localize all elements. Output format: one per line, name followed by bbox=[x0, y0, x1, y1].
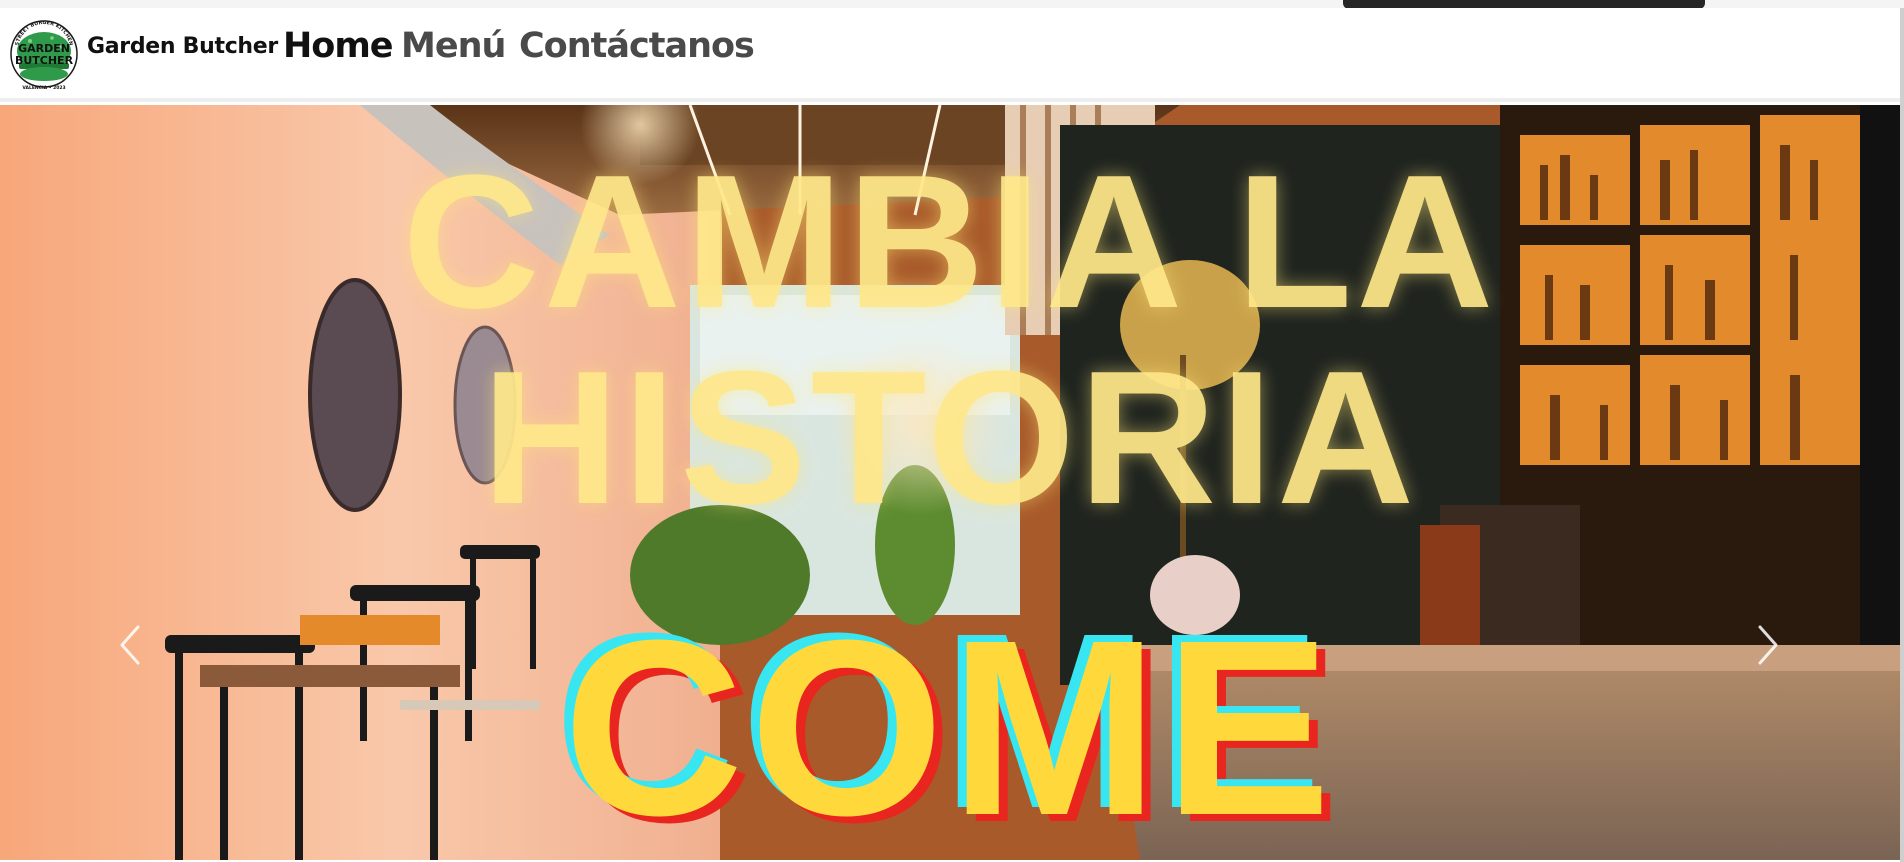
brand-name[interactable]: Garden Butcher bbox=[87, 34, 278, 59]
svg-text:VALENCIA • 2023: VALENCIA • 2023 bbox=[22, 85, 65, 91]
page-scrollbar[interactable] bbox=[1900, 8, 1904, 862]
hero-word: COME bbox=[563, 588, 1337, 860]
garden-butcher-logo[interactable]: STREET BURGER KITCHEN GARDEN BUTCHER VAL… bbox=[8, 14, 80, 94]
hero-headline-line2: HISTORIA bbox=[481, 332, 1419, 544]
hero-headline-line1: CAMBIA LA bbox=[402, 136, 1498, 348]
nav-menu[interactable]: Menú bbox=[401, 26, 506, 66]
hero-carousel: CAMBIA LA HISTORIA COME bbox=[0, 105, 1900, 860]
chevron-left-icon[interactable] bbox=[110, 615, 150, 675]
svg-text:BUTCHER: BUTCHER bbox=[15, 54, 74, 67]
navbar: STREET BURGER KITCHEN GARDEN BUTCHER VAL… bbox=[0, 8, 1904, 102]
nav-contact[interactable]: Contáctanos bbox=[519, 26, 755, 66]
nav-home[interactable]: Home bbox=[283, 26, 394, 66]
chevron-right-icon[interactable] bbox=[1748, 615, 1788, 675]
